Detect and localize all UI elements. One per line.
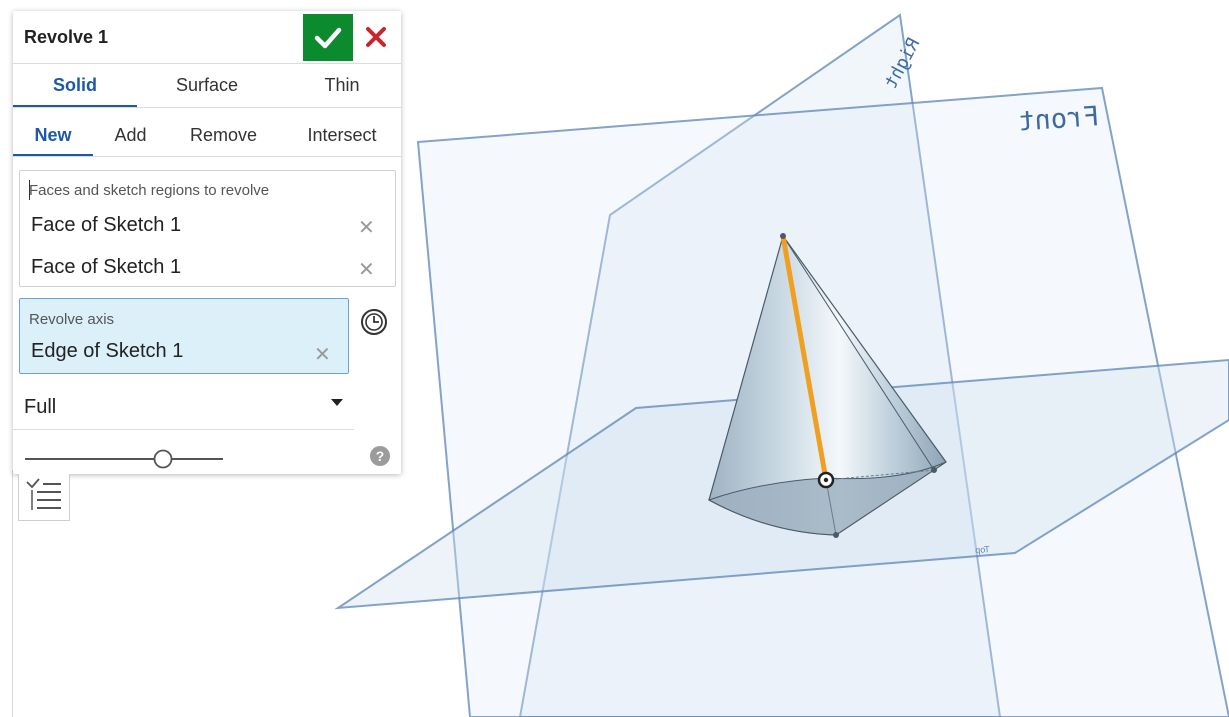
axis-field-label: Revolve axis	[29, 311, 115, 328]
tab-solid[interactable]: Solid	[13, 75, 137, 96]
chevron-down-icon	[331, 399, 343, 406]
remove-selection-icon[interactable]: ✕	[358, 257, 375, 282]
viewport-divider	[12, 470, 13, 717]
cone-vertex[interactable]	[931, 467, 937, 473]
divider	[13, 63, 401, 64]
tab-remove[interactable]: Remove	[176, 125, 271, 146]
front-plane-label: Front	[1017, 101, 1100, 138]
top-plane-label: Top	[975, 544, 990, 555]
feature-list-toggle[interactable]	[18, 474, 70, 521]
accept-button[interactable]	[303, 14, 353, 61]
tab-add[interactable]: Add	[98, 125, 163, 146]
remove-selection-icon[interactable]: ✕	[314, 342, 331, 367]
faces-selection-field[interactable]: Faces and sketch regions to revolve Face…	[19, 170, 396, 287]
remove-selection-icon[interactable]: ✕	[358, 215, 375, 240]
checkmark-icon	[314, 27, 342, 48]
axis-start-vertex[interactable]	[780, 233, 786, 239]
close-icon	[366, 27, 386, 47]
text-cursor	[29, 180, 30, 200]
selected-face-item: Face of Sketch 1	[31, 214, 182, 236]
tab-intersect[interactable]: Intersect	[292, 125, 392, 146]
axis-end-vertex-dot	[823, 477, 829, 483]
cone-vertex[interactable]	[833, 532, 839, 538]
tab-surface[interactable]: Surface	[142, 75, 272, 96]
help-icon[interactable]: ?	[369, 445, 391, 467]
revolve-type-value: Full	[24, 396, 57, 418]
dialog-slider[interactable]	[25, 449, 223, 469]
svg-text:?: ?	[376, 448, 385, 464]
revolve-axis-field[interactable]: Revolve axis Edge of Sketch 1 ✕	[19, 298, 349, 374]
faces-field-label: Faces and sketch regions to revolve	[29, 182, 270, 199]
divider	[13, 156, 401, 157]
tab-new[interactable]: New	[13, 125, 93, 146]
dialog-title: Revolve 1	[24, 27, 109, 47]
revolve-type-select[interactable]: Full	[13, 389, 354, 430]
cancel-button[interactable]	[359, 19, 393, 55]
clock-icon[interactable]	[359, 307, 389, 337]
tab-thin[interactable]: Thin	[277, 75, 407, 96]
axis-value: Edge of Sketch 1	[31, 340, 184, 362]
revolve-feature-dialog: Revolve 1 Solid Surface Thin New Add Rem…	[13, 11, 401, 474]
list-icon	[26, 478, 61, 510]
divider	[13, 107, 401, 108]
selected-face-item: Face of Sketch 1	[31, 256, 182, 278]
